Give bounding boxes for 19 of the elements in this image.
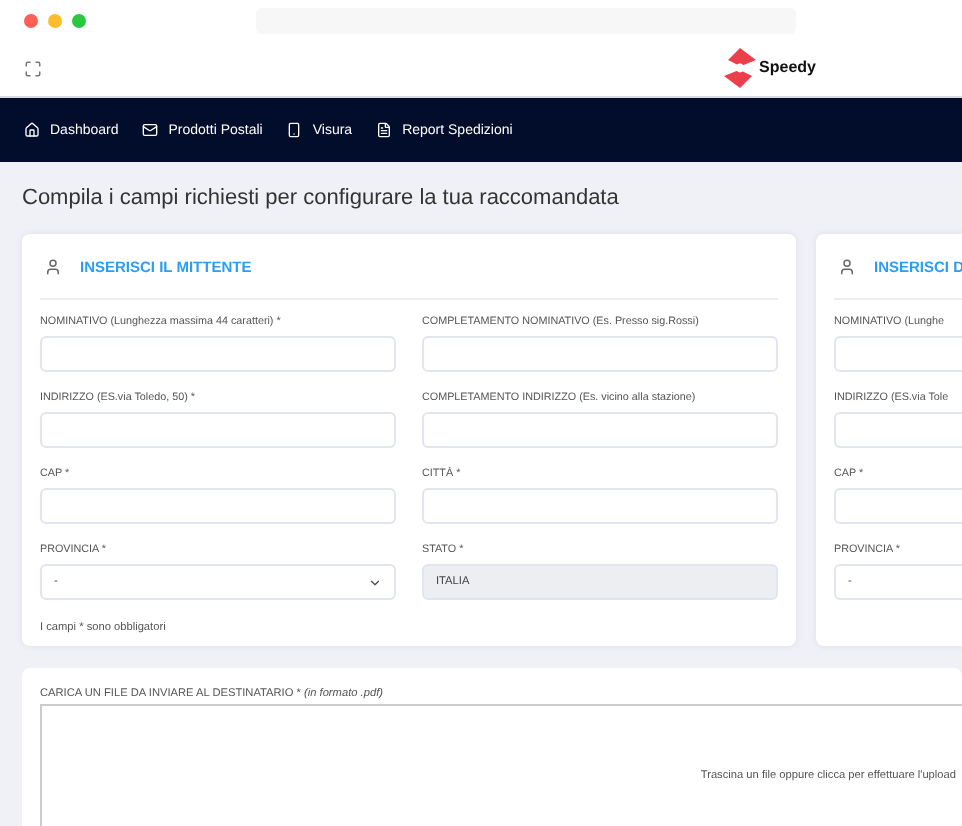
fullscreen-icon[interactable] — [24, 59, 42, 77]
input-field[interactable] — [40, 336, 396, 372]
mail-icon — [142, 122, 159, 138]
input-field[interactable] — [422, 488, 778, 524]
phone-icon — [286, 122, 303, 138]
logo-icon — [723, 48, 756, 88]
user-icon — [838, 257, 856, 275]
close-dot[interactable] — [24, 13, 38, 27]
input-field[interactable] — [40, 412, 396, 448]
minimize-dot[interactable] — [48, 13, 62, 27]
input-field[interactable] — [422, 336, 778, 372]
input-field[interactable] — [40, 488, 396, 524]
document-icon — [376, 122, 393, 138]
logo-text: Speedy — [759, 60, 816, 76]
input-field[interactable] — [422, 412, 778, 448]
home-icon — [24, 122, 40, 138]
user-icon — [44, 257, 62, 275]
page-title: Compila i campi richiesti per configurare la tua raccomandata — [20, 184, 621, 214]
maximize-dot[interactable] — [72, 13, 86, 27]
